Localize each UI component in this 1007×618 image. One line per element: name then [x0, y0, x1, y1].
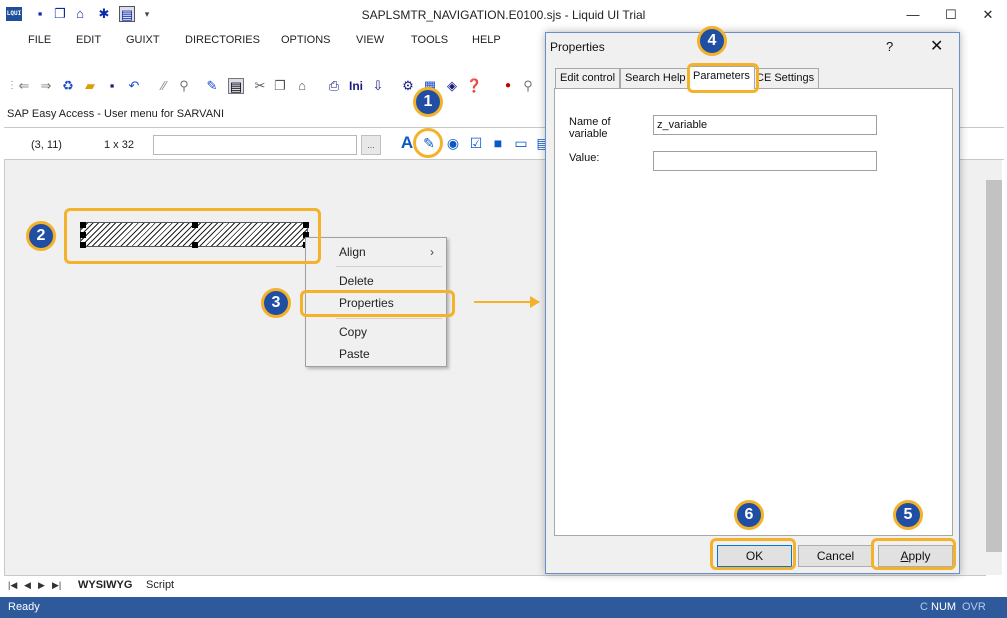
menu-file[interactable]: FILE — [28, 34, 51, 46]
print-icon[interactable]: ⎙ — [326, 78, 342, 94]
tab-wysiwyg[interactable]: WYSIWYG — [78, 579, 132, 591]
pointer-arrow-line — [474, 301, 534, 303]
menu-view[interactable]: VIEW — [356, 34, 384, 46]
scrollbar-thumb[interactable] — [986, 180, 1002, 552]
step-2-highlight — [64, 208, 321, 264]
checkbox-tool-icon[interactable]: ☑ — [466, 133, 486, 153]
record-icon[interactable]: ● — [500, 78, 516, 94]
prev-tab-icon[interactable]: ◀ — [24, 580, 31, 591]
back-arrow-icon[interactable]: ⇐ — [16, 78, 32, 94]
cut-icon[interactable]: ✂ — [252, 78, 268, 94]
context-copy[interactable]: Copy — [339, 325, 367, 339]
step-1-highlight — [413, 128, 443, 158]
book-icon[interactable]: ◈ — [444, 78, 460, 94]
pushbutton-tool-icon[interactable]: ■ — [488, 133, 508, 153]
position-readout: (3, 11) — [31, 139, 62, 151]
window-title: SAPLSMTR_NAVIGATION.E0100.sjs - Liquid U… — [361, 8, 646, 22]
chevron-right-icon: › — [430, 245, 434, 259]
step-4-highlight — [687, 63, 759, 93]
close-window-button[interactable]: ✕ — [978, 6, 998, 24]
help-icon[interactable]: ❓ — [466, 78, 482, 94]
last-tab-icon[interactable]: ▶| — [52, 580, 61, 591]
download-icon[interactable]: ⇩ — [370, 78, 386, 94]
refresh-icon[interactable]: ♻ — [60, 78, 76, 94]
variable-name-input[interactable] — [653, 115, 877, 135]
step-3-badge: 3 — [261, 288, 291, 318]
value-label: Value: — [569, 152, 600, 164]
ovr-indicator: OVR — [962, 601, 986, 613]
forward-arrow-icon[interactable]: ⇒ — [38, 78, 54, 94]
parameters-panel: Name of variable Value: — [554, 88, 953, 536]
first-tab-icon[interactable]: |◀ — [8, 580, 17, 591]
step-6-badge: 6 — [734, 500, 764, 530]
context-align[interactable]: Align — [339, 245, 366, 259]
menu-guixt[interactable]: GUIXT — [126, 34, 160, 46]
step-1-badge: 1 — [413, 87, 443, 117]
save-file-icon[interactable]: ▪ — [104, 78, 120, 94]
tab-ce-settings[interactable]: CE Settings — [751, 68, 820, 88]
element-name-field[interactable] — [153, 135, 357, 155]
comment-icon[interactable]: ⁄⁄ — [156, 78, 172, 94]
dialog-title: Properties — [550, 40, 605, 54]
menu-edit[interactable]: EDIT — [76, 34, 101, 46]
step-4-badge: 4 — [697, 26, 727, 56]
num-indicator: NUM — [931, 601, 957, 613]
menu-help[interactable]: HELP — [472, 34, 501, 46]
context-paste[interactable]: Paste — [339, 347, 370, 361]
step-2-badge: 2 — [26, 221, 56, 251]
browse-button[interactable]: ... — [361, 135, 381, 155]
cancel-button[interactable]: Cancel — [798, 545, 873, 567]
status-text: Ready — [8, 601, 40, 613]
tab-search-help[interactable]: Search Help — [620, 68, 691, 88]
size-readout: 1 x 32 — [104, 139, 134, 151]
tab-script[interactable]: Script — [146, 579, 174, 591]
open-folder-icon[interactable]: ▰ — [82, 78, 98, 94]
minimize-button[interactable]: — — [903, 6, 923, 24]
find-icon[interactable]: ⚲ — [176, 78, 192, 94]
groupbox-tool-icon[interactable]: ▭ — [511, 133, 531, 153]
copy-tool-icon[interactable]: ❐ — [272, 78, 288, 94]
step-3-highlight — [300, 290, 455, 317]
value-input[interactable] — [653, 151, 877, 171]
caps-indicator: C — [920, 601, 928, 613]
menu-bar: FILE EDIT GUIXT DIRECTORIES OPTIONS VIEW… — [0, 30, 545, 52]
main-toolbar: ⋮ ⇐ ⇒ ♻ ▰ ▪ ↶ ⁄⁄ ⚲ ✎ ▤ ✂ ❐ ⌂ ⎙ Ini ⇩ ⚙ ▦… — [0, 74, 545, 100]
status-bar: Ready C NUM OVR — [0, 597, 1007, 618]
right-strip — [961, 30, 1007, 127]
step-5-badge: 5 — [893, 500, 923, 530]
next-tab-icon[interactable]: ▶ — [38, 580, 45, 591]
undo-icon[interactable]: ↶ — [126, 78, 142, 94]
context-delete[interactable]: Delete — [339, 274, 374, 288]
dialog-close-button[interactable]: ✕ — [930, 36, 943, 56]
tab-edit-control[interactable]: Edit control — [555, 68, 621, 88]
ini-icon[interactable]: Ini — [346, 78, 366, 94]
title-bar: LQUI ▪ ❐ ⌂ ✱ ▤ ▾ SAPLSMTR_NAVIGATION.E01… — [0, 0, 1007, 30]
document-tabs: |◀ ◀ ▶ ▶| WYSIWYG Script — [4, 575, 986, 595]
paste-icon[interactable]: ⌂ — [294, 78, 310, 94]
inspect-icon[interactable]: ⚲ — [520, 78, 536, 94]
properties-dialog: Properties ? ✕ Edit control Search Help … — [545, 32, 960, 574]
step-6-highlight — [710, 538, 796, 570]
menu-options[interactable]: OPTIONS — [281, 34, 331, 46]
radio-button-tool-icon[interactable]: ◉ — [443, 133, 463, 153]
screen-edit-icon[interactable]: ▤ — [228, 78, 244, 94]
breadcrumb: SAP Easy Access - User menu for SARVANI — [7, 108, 225, 120]
menu-tools[interactable]: TOOLS — [411, 34, 448, 46]
dialog-help-button[interactable]: ? — [886, 39, 893, 54]
menu-divider — [336, 266, 442, 267]
maximize-button[interactable]: ☐ — [941, 6, 961, 24]
gear-icon[interactable]: ⚙ — [400, 78, 416, 94]
wrench-icon[interactable]: ✎ — [204, 78, 220, 94]
pointer-arrow-head — [530, 296, 540, 308]
menu-divider — [336, 318, 442, 319]
menu-directories[interactable]: DIRECTORIES — [185, 34, 260, 46]
name-of-variable-label: Name of variable — [569, 116, 611, 140]
step-5-highlight — [871, 538, 956, 570]
